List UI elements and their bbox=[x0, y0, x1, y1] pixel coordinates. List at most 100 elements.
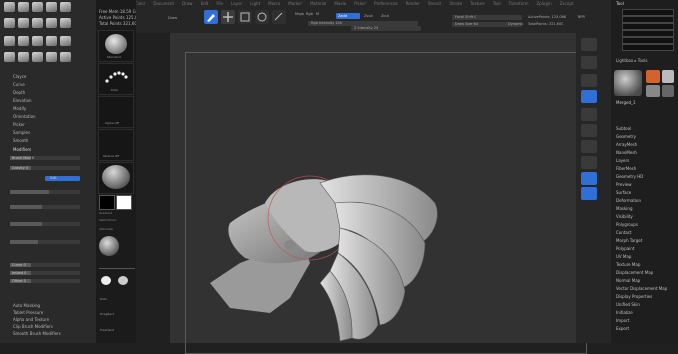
modifier-slider[interactable] bbox=[10, 240, 80, 244]
persp-button[interactable] bbox=[581, 90, 597, 103]
brush-thumbnail-icon[interactable] bbox=[60, 52, 71, 62]
menu-item-macro[interactable]: Macro bbox=[268, 0, 280, 7]
brush-thumbnail-icon[interactable] bbox=[4, 2, 15, 12]
brush-thumbnail-icon[interactable] bbox=[60, 18, 71, 28]
left-menu-item[interactable]: Tablet Pressure bbox=[13, 310, 43, 315]
modifier-slider[interactable] bbox=[10, 222, 80, 226]
tool-thumbnail-icon[interactable] bbox=[646, 70, 660, 83]
rotate-mode-button[interactable] bbox=[255, 10, 269, 24]
move-view-button[interactable] bbox=[581, 156, 597, 169]
tool-menu-item[interactable]: Geometry HD bbox=[616, 174, 643, 179]
brush-thumbnail-icon[interactable] bbox=[32, 18, 43, 28]
modifier-slider[interactable] bbox=[10, 190, 80, 194]
brush-thumbnail-icon[interactable] bbox=[18, 2, 29, 12]
left-menu-item[interactable]: Modify bbox=[13, 106, 26, 111]
tool-menu-item[interactable]: ArrayMesh bbox=[616, 142, 637, 147]
stroke-label[interactable]: Dots bbox=[100, 297, 107, 301]
tool-palette-button[interactable] bbox=[622, 30, 674, 37]
stroke-selector[interactable]: Dots bbox=[98, 63, 134, 95]
menu-item-file[interactable]: File bbox=[216, 0, 223, 7]
menu-item-picker[interactable]: Picker bbox=[354, 0, 366, 7]
current-tool-thumbnail-icon[interactable] bbox=[614, 70, 642, 96]
m-button[interactable]: M bbox=[316, 12, 319, 16]
zsub-button[interactable]: Zsub bbox=[364, 14, 373, 18]
tool-palette-button[interactable] bbox=[622, 23, 674, 30]
scroll-button[interactable] bbox=[581, 38, 597, 51]
texture-selector[interactable]: Texture Off bbox=[98, 129, 134, 161]
brush-thumbnail-icon[interactable] bbox=[46, 36, 57, 46]
tool-menu-item[interactable]: Displacement Map bbox=[616, 270, 653, 275]
left-menu-item[interactable]: Samples bbox=[13, 130, 30, 135]
modifier-slider[interactable] bbox=[10, 205, 80, 209]
brush-selector[interactable]: Standard bbox=[98, 30, 134, 62]
left-menu-item[interactable]: Smooth Brush Modifiers bbox=[13, 331, 61, 336]
tool-menu-item[interactable]: Geometry bbox=[616, 134, 636, 139]
material-selector[interactable] bbox=[98, 162, 134, 194]
tool-menu-item[interactable]: Vector Displacement Map bbox=[616, 286, 667, 291]
tool-palette-button[interactable] bbox=[622, 37, 674, 44]
actual-button[interactable] bbox=[581, 74, 597, 87]
local-button[interactable] bbox=[581, 124, 597, 137]
tool-menu-item[interactable]: Subtool bbox=[616, 126, 631, 131]
left-menu-item[interactable]: Orientation bbox=[13, 114, 36, 119]
rgb-button[interactable]: Rgb bbox=[306, 12, 313, 16]
left-menu-item[interactable]: Alpha and Texture bbox=[13, 317, 49, 322]
tool-menu-item[interactable]: Export bbox=[616, 326, 629, 331]
brush-thumbnail-icon[interactable] bbox=[4, 18, 15, 28]
left-menu-item[interactable]: Depth bbox=[13, 90, 25, 95]
tool-menu-item[interactable]: UV Map bbox=[616, 254, 631, 259]
frame-button[interactable] bbox=[581, 140, 597, 153]
brush-thumbnail-icon[interactable] bbox=[18, 52, 29, 62]
menu-item-material[interactable]: Material bbox=[310, 0, 326, 7]
tool-menu-item[interactable]: Preview bbox=[616, 182, 632, 187]
left-menu-item[interactable]: Picker bbox=[13, 122, 25, 127]
menu-item-preferences[interactable]: Preferences bbox=[374, 0, 398, 7]
left-menu-item[interactable]: Curve bbox=[13, 82, 25, 87]
secondary-color-swatch[interactable] bbox=[99, 195, 115, 210]
brush-thumbnail-icon[interactable] bbox=[60, 36, 71, 46]
brush-thumbnail-icon[interactable] bbox=[32, 36, 43, 46]
lightbox-tools-link[interactable]: Lightbox ▸ Tools bbox=[616, 58, 648, 63]
tool-menu-item[interactable]: NanoMesh bbox=[616, 150, 637, 155]
material-preview-icon[interactable] bbox=[99, 236, 119, 256]
menu-item-color[interactable]: Color bbox=[135, 0, 145, 7]
tool-menu-item[interactable]: Display Properties bbox=[616, 294, 652, 299]
left-menu-item[interactable]: Elevation bbox=[13, 98, 32, 103]
menu-item-transform[interactable]: Transform bbox=[509, 0, 529, 7]
rotate-view-button[interactable] bbox=[581, 187, 597, 200]
brush-thumbnail-icon[interactable] bbox=[46, 18, 57, 28]
menu-item-stroke[interactable]: Stroke bbox=[449, 0, 462, 7]
menu-item-render[interactable]: Render bbox=[406, 0, 420, 7]
brush-thumbnail-icon[interactable] bbox=[32, 52, 43, 62]
tool-thumbnail-icon[interactable] bbox=[662, 85, 674, 97]
scale-view-button[interactable] bbox=[581, 172, 597, 185]
tool-palette-button[interactable] bbox=[622, 9, 674, 16]
menu-item-zplugin[interactable]: Zplugin bbox=[537, 0, 552, 7]
stroke-label[interactable]: FreeHand bbox=[100, 328, 114, 332]
tool-menu-item[interactable]: Normal Map bbox=[616, 278, 640, 283]
brush-thumbnail-icon[interactable] bbox=[46, 2, 57, 12]
zoom-button[interactable] bbox=[581, 56, 597, 69]
brush-thumbnail-icon[interactable] bbox=[4, 52, 15, 62]
zcut-button[interactable]: Zcut bbox=[381, 14, 389, 18]
edit-button[interactable] bbox=[272, 10, 286, 24]
brush-thumbnail-icon[interactable] bbox=[46, 52, 57, 62]
tool-menu-item[interactable]: Surface bbox=[616, 190, 631, 195]
tool-menu-item[interactable]: Texture Map bbox=[616, 262, 640, 267]
menu-item-marker[interactable]: Marker bbox=[288, 0, 302, 7]
mrgb-button[interactable]: Mrgb bbox=[295, 12, 304, 16]
brush-thumbnail-icon[interactable] bbox=[18, 18, 29, 28]
menu-item-light[interactable]: Light bbox=[250, 0, 260, 7]
menu-item-stencil[interactable]: Stencil bbox=[428, 0, 442, 7]
left-menu-item[interactable]: Clip Brush Modifiers bbox=[13, 324, 53, 329]
brush-thumbnail-icon[interactable] bbox=[18, 36, 29, 46]
menu-item-edit[interactable]: Edit bbox=[201, 0, 209, 7]
tool-thumbnail-icon[interactable] bbox=[646, 85, 660, 97]
menu-item-layer[interactable]: Layer bbox=[231, 0, 242, 7]
draw-mode-button[interactable] bbox=[204, 10, 218, 24]
shelf-button[interactable]: BPR bbox=[578, 15, 585, 19]
tool-menu-item[interactable]: Polypaint bbox=[616, 246, 634, 251]
left-menu-item[interactable]: Clayce bbox=[13, 74, 26, 79]
tool-thumbnail-icon[interactable] bbox=[662, 70, 674, 83]
tool-menu-item[interactable]: Morph Target bbox=[616, 238, 642, 243]
